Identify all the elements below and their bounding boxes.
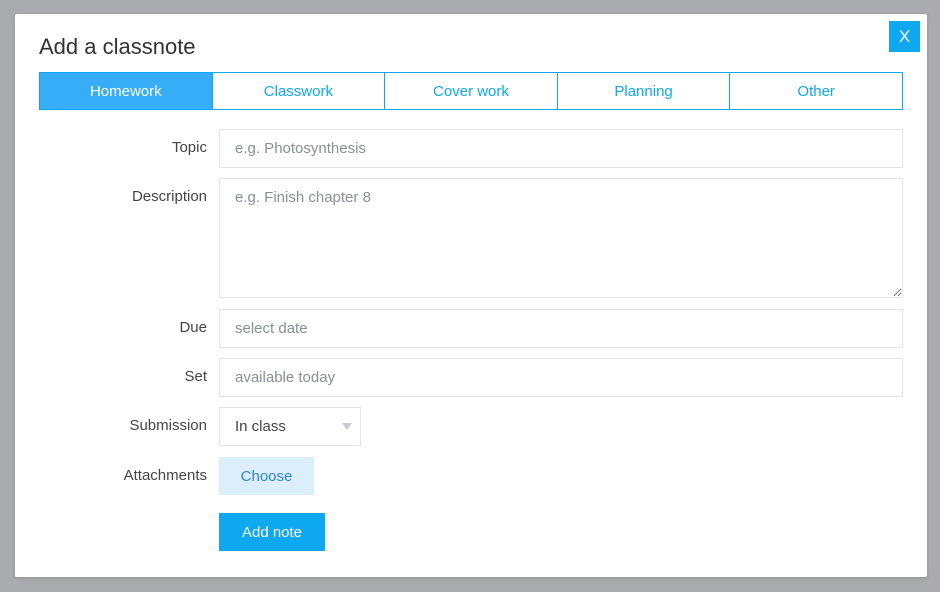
due-label: Due <box>179 319 207 336</box>
chevron-down-icon <box>342 423 352 430</box>
submission-select[interactable]: In class <box>219 407 361 446</box>
tab-planning[interactable]: Planning <box>557 73 731 109</box>
topic-label: Topic <box>171 139 207 156</box>
add-note-button[interactable]: Add note <box>219 513 325 551</box>
note-type-tabs: Homework Classwork Cover work Planning O… <box>39 72 903 110</box>
tab-classwork[interactable]: Classwork <box>212 73 386 109</box>
tab-homework[interactable]: Homework <box>40 73 213 109</box>
due-date-input[interactable] <box>219 309 903 348</box>
close-button[interactable]: X <box>889 21 920 52</box>
tab-cover-work[interactable]: Cover work <box>385 73 558 109</box>
choose-file-button[interactable]: Choose <box>219 457 314 495</box>
add-classnote-modal: X Add a classnote Homework Classwork Cov… <box>15 14 927 577</box>
description-textarea[interactable] <box>219 178 903 298</box>
topic-input[interactable] <box>219 129 903 168</box>
modal-title: Add a classnote <box>39 34 196 59</box>
description-label: Description <box>131 188 207 205</box>
tab-other[interactable]: Other <box>730 73 902 109</box>
attachments-label: Attachments <box>123 467 207 484</box>
submission-label: Submission <box>129 417 207 434</box>
set-label: Set <box>184 368 207 385</box>
submission-selected-value: In class <box>235 418 286 435</box>
set-date-input[interactable] <box>219 358 903 397</box>
